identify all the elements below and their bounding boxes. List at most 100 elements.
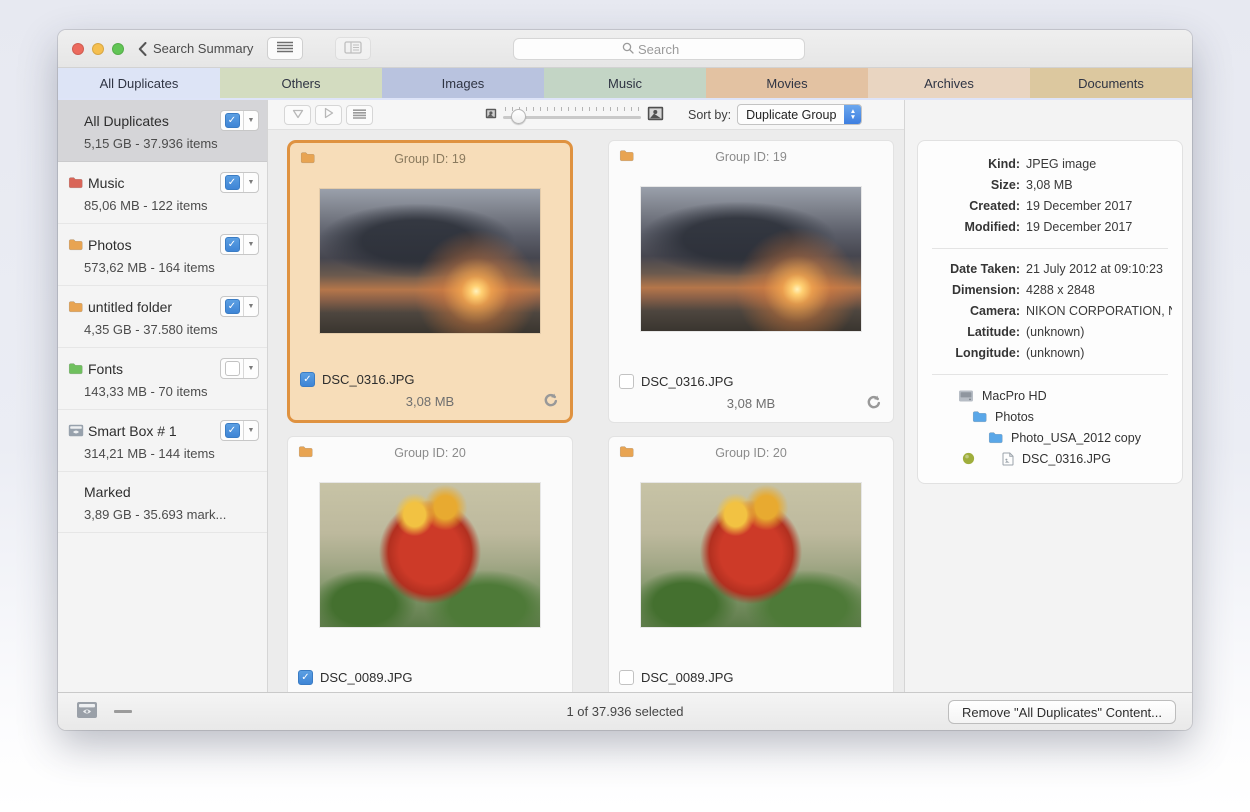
mark-dropdown-arrow[interactable]: ▼ <box>243 111 258 130</box>
info-row-value: 3,08 MB <box>1026 175 1073 196</box>
info-row-value: JPEG image <box>1026 154 1096 175</box>
search-input[interactable] <box>638 42 696 57</box>
file-checkbox[interactable] <box>619 374 634 389</box>
slider-thumb[interactable] <box>511 109 526 124</box>
path-row-name: Photos <box>995 410 1034 424</box>
category-tab-active[interactable]: All Duplicates <box>58 68 220 98</box>
triangle-down-icon <box>292 107 304 122</box>
category-tab[interactable]: Archives <box>868 68 1030 98</box>
path-row[interactable]: Photos <box>928 406 1172 427</box>
folder-icon <box>619 149 634 165</box>
chevron-left-icon <box>138 42 147 56</box>
list-view-button[interactable] <box>267 37 303 60</box>
sidebar-item[interactable]: Marked 3,89 GB - 35.693 mark... <box>58 472 267 533</box>
mark-checkbox[interactable]: ✓ <box>225 175 240 190</box>
category-tab[interactable]: Music <box>544 68 706 98</box>
minimize-button[interactable] <box>92 43 104 55</box>
folder-icon <box>300 151 315 167</box>
sidebar-item[interactable]: Music ✓ ▼ 85,06 MB - 122 items <box>58 162 267 224</box>
file-attribute-rows: Kind: JPEG image Size: 3,08 MB Created: … <box>928 154 1172 238</box>
path-row[interactable]: DSC_0316.JPG <box>928 448 1172 469</box>
sidebar-item[interactable]: untitled folder ✓ ▼ 4,35 GB - 37.580 ite… <box>58 286 267 348</box>
mark-dropdown-arrow[interactable]: ▼ <box>243 235 258 254</box>
detail-view-button[interactable] <box>335 37 371 60</box>
sidebar-item-detail: 573,62 MB - 164 items <box>84 260 259 275</box>
info-row-label: Date Taken: <box>928 259 1020 280</box>
mark-checkbox[interactable]: ✓ <box>225 237 240 252</box>
info-row-label: Latitude: <box>928 322 1020 343</box>
collapse-button[interactable] <box>284 105 311 125</box>
duplicate-grid: Group ID: 19 ✓ DSC_0316.JPG 3,08 MB <box>268 130 904 692</box>
popup-stepper-icon: ▲▼ <box>844 105 861 124</box>
sidebar-item-detail: 85,06 MB - 122 items <box>84 198 259 213</box>
mark-dropdown-arrow[interactable]: ▼ <box>243 421 258 440</box>
info-row-label: Camera: <box>928 301 1020 322</box>
close-button[interactable] <box>72 43 84 55</box>
path-row[interactable]: MacPro HD <box>928 385 1172 406</box>
search-field[interactable] <box>513 38 805 60</box>
sidebar-item-name: Music <box>88 175 220 191</box>
drive-icon <box>958 389 974 403</box>
mark-dropdown-arrow[interactable]: ▼ <box>243 297 258 316</box>
expand-button[interactable] <box>315 105 342 125</box>
info-row-value: 19 December 2017 <box>1026 217 1132 238</box>
info-row-label: Size: <box>928 175 1020 196</box>
photo-thumbnail <box>320 189 540 333</box>
folder-blue-icon <box>988 431 1003 444</box>
path-row-name: MacPro HD <box>982 389 1047 403</box>
path-row[interactable]: Photo_USA_2012 copy <box>928 427 1172 448</box>
sort-popup-button[interactable]: Duplicate Group ▲▼ <box>737 104 862 125</box>
back-button[interactable]: Search Summary <box>138 41 253 56</box>
category-tab[interactable]: Others <box>220 68 382 98</box>
mark-dropdown-arrow[interactable]: ▼ <box>243 359 258 378</box>
duplicate-card[interactable]: Group ID: 19 ✓ DSC_0316.JPG 3,08 MB <box>287 140 573 423</box>
app-window: Search Summary All DuplicatesOthersImage… <box>58 30 1192 730</box>
sidebar-item[interactable]: Fonts ▼ 143,33 MB - 70 items <box>58 348 267 410</box>
file-path-tree: MacPro HD Photos Photo_USA_2012 copy DSC… <box>928 385 1172 469</box>
mark-checkbox[interactable]: ✓ <box>225 299 240 314</box>
info-row: Modified: 19 December 2017 <box>928 217 1172 238</box>
file-name: DSC_0089.JPG <box>641 670 734 685</box>
category-tab[interactable]: Movies <box>706 68 868 98</box>
rotate-icon[interactable] <box>866 395 881 413</box>
rotate-icon[interactable] <box>543 393 558 411</box>
file-name: DSC_0316.JPG <box>641 374 734 389</box>
zoom-button[interactable] <box>112 43 124 55</box>
grid-toolbar: Sort by: Duplicate Group ▲▼ <box>268 100 904 130</box>
sidebar-item[interactable]: All Duplicates ✓ ▼ 5,15 GB - 37.936 item… <box>58 100 267 162</box>
category-tab[interactable]: Documents <box>1030 68 1192 98</box>
mark-combo: ✓ ▼ <box>220 420 259 441</box>
duplicate-card[interactable]: Group ID: 20 DSC_0089.JPG <box>608 436 894 692</box>
group-id-label: Group ID: 19 <box>609 150 893 164</box>
category-tab[interactable]: Images <box>382 68 544 98</box>
folder-icon <box>619 445 634 461</box>
lines-icon <box>352 107 367 122</box>
sidebar: All Duplicates ✓ ▼ 5,15 GB - 37.936 item… <box>58 100 268 692</box>
mark-dropdown-arrow[interactable]: ▼ <box>243 173 258 192</box>
file-checkbox[interactable] <box>619 670 634 685</box>
divider <box>932 248 1168 249</box>
mark-checkbox[interactable] <box>225 361 240 376</box>
slider-ticks <box>505 107 641 111</box>
group-id-label: Group ID: 19 <box>290 152 570 166</box>
remove-duplicates-button[interactable]: Remove "All Duplicates" Content... <box>948 700 1176 724</box>
mark-checkbox[interactable]: ✓ <box>225 423 240 438</box>
path-row-name: DSC_0316.JPG <box>1022 452 1111 466</box>
sidebar-item[interactable]: Smart Box # 1 ✓ ▼ 314,21 MB - 144 items <box>58 410 267 472</box>
list-mode-button[interactable] <box>346 105 373 125</box>
file-size: 3,08 MB <box>619 396 883 411</box>
sidebar-item-detail: 3,89 GB - 35.693 mark... <box>84 507 259 522</box>
sidebar-item-name: Smart Box # 1 <box>88 423 220 439</box>
duplicate-card[interactable]: Group ID: 20 ✓ DSC_0089.JPG <box>287 436 573 692</box>
info-row: Latitude: (unknown) <box>928 322 1172 343</box>
sidebar-item-name: Photos <box>88 237 220 253</box>
folder-icon <box>298 445 313 461</box>
info-row: Camera: NIKON CORPORATION, NI... <box>928 301 1172 322</box>
sidebar-item[interactable]: Photos ✓ ▼ 573,62 MB - 164 items <box>58 224 267 286</box>
mark-checkbox[interactable]: ✓ <box>225 113 240 128</box>
file-checkbox[interactable]: ✓ <box>298 670 313 685</box>
duplicate-card[interactable]: Group ID: 19 DSC_0316.JPG 3,08 MB <box>608 140 894 423</box>
large-thumbnail-icon <box>647 106 664 124</box>
file-checkbox[interactable]: ✓ <box>300 372 315 387</box>
folder-orange-icon <box>68 238 88 251</box>
